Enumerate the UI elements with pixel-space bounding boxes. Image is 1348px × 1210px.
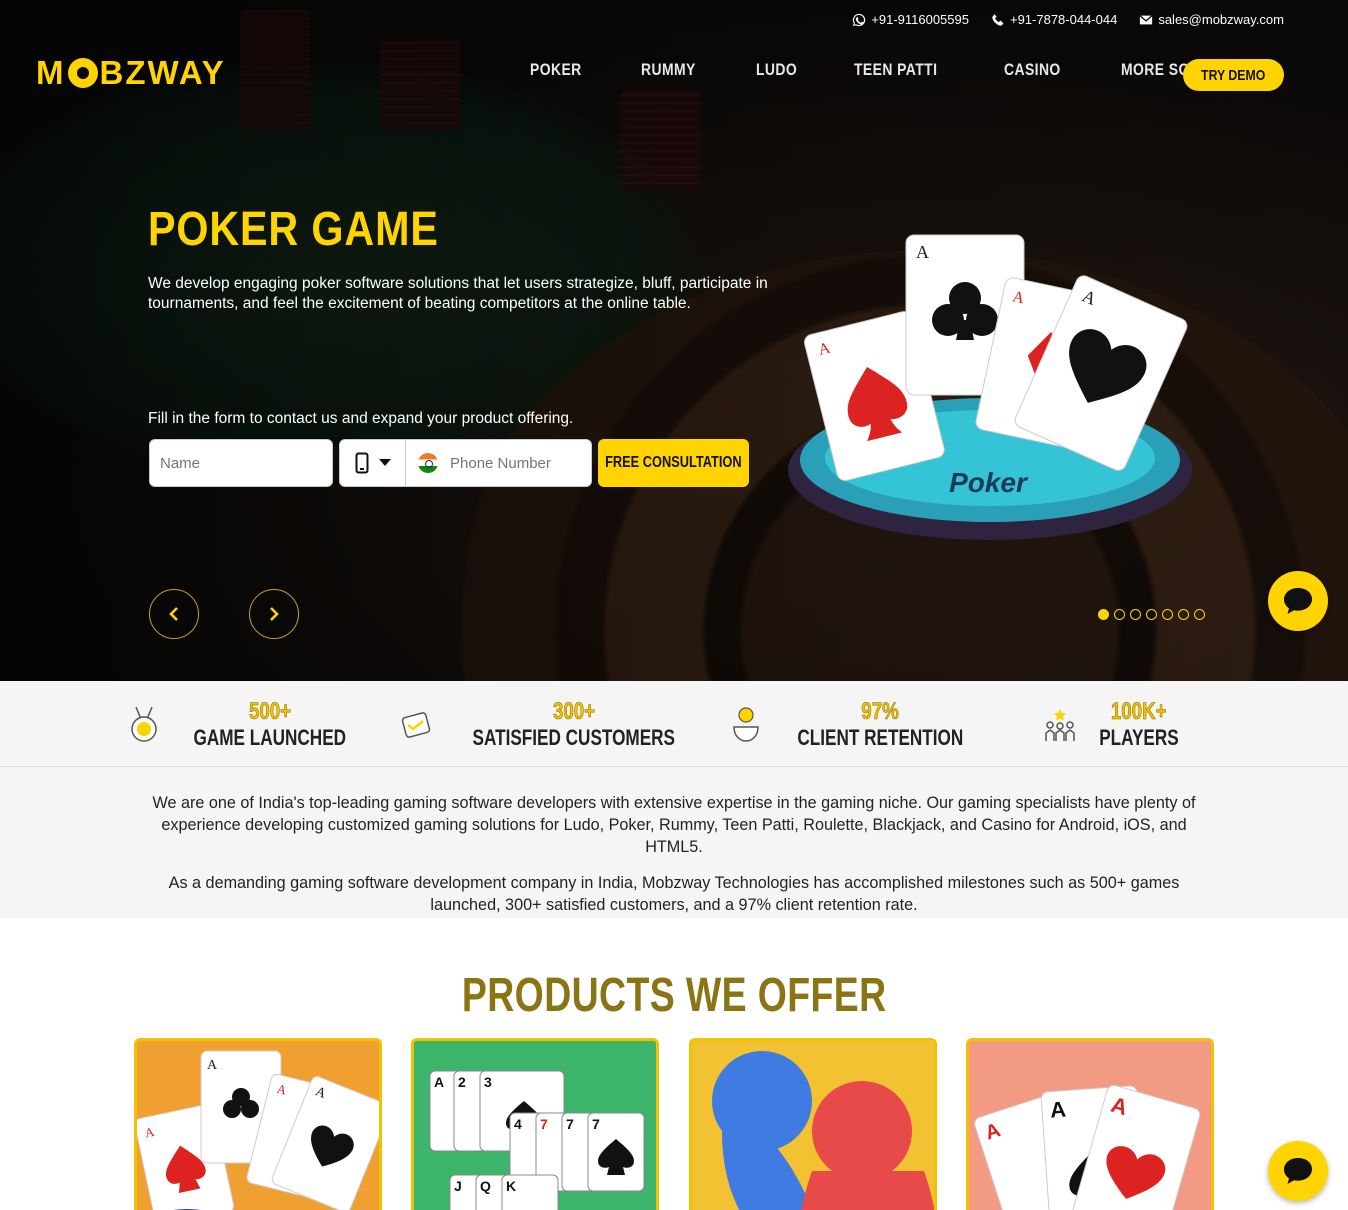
handshake-icon [401,712,431,738]
chevron-right-icon [270,607,279,621]
products-heading: PRODUCTS WE OFFER [0,968,1348,1023]
try-demo-label: TRY DEMO [1201,66,1266,84]
chat-button-floating[interactable] [1268,1141,1328,1201]
stat-retention: 97% CLIENT RETENTION [726,698,987,751]
contact-bar: +91-9116005595 +91-7878-044-044 sales@mo… [852,12,1284,27]
stat-label: GAME LAUNCHED [193,725,347,750]
logo-text-start: M [36,54,66,91]
svg-text:Q: Q [480,1178,491,1194]
product-card-poker[interactable]: A A A A [134,1038,382,1210]
phone-link[interactable]: +91-7878-044-044 [991,12,1117,27]
svg-text:A: A [916,242,929,262]
svg-text:2: 2 [458,1074,466,1090]
chat-button[interactable] [1268,571,1328,631]
name-input[interactable] [149,439,333,487]
svg-text:A: A [1049,1097,1067,1123]
hero-banner: +91-9116005595 +91-7878-044-044 sales@mo… [0,0,1348,681]
table-label: Poker [949,467,1029,498]
slider-dot[interactable] [1114,609,1125,620]
slider-dot[interactable] [1130,609,1141,620]
svg-text:K: K [506,1178,516,1194]
product-card-ludo[interactable] [689,1038,937,1210]
phone-type-select[interactable] [340,440,406,486]
svg-text:J: J [454,1178,462,1194]
nav-ludo[interactable]: LUDO [756,60,797,80]
stat-value: 97% [861,698,900,725]
stat-label: SATISFIED CUSTOMERS [472,725,675,750]
slider-dot[interactable] [1098,609,1109,620]
prev-slide-button[interactable] [149,589,199,639]
teen-patti-cards-illustration: A A A [969,1041,1211,1210]
whatsapp-link[interactable]: +91-9116005595 [852,12,969,27]
poker-cards-illustration: A A A A [137,1041,379,1210]
email-address: sales@mobzway.com [1158,12,1284,27]
logo[interactable]: M BZWAY [36,54,226,92]
stat-value: 100K+ [1111,698,1167,725]
nav-casino[interactable]: CASINO [1004,60,1061,80]
whatsapp-number: +91-9116005595 [871,12,969,27]
stat-label: CLIENT RETENTION [797,725,964,750]
people-icon [1045,709,1075,741]
logo-text-end: BZWAY [99,54,226,91]
svg-text:A: A [207,1058,218,1073]
svg-text:7: 7 [566,1116,574,1132]
phone-icon [992,13,1004,26]
stat-customers: 300+ SATISFIED CUSTOMERS [396,698,704,751]
svg-text:7: 7 [592,1116,600,1132]
stat-players: 100K+ PLAYERS [1040,698,1190,751]
free-consultation-button[interactable]: FREE CONSULTATION [598,439,749,487]
caret-down-icon [378,459,391,466]
slider-dots [1098,609,1205,620]
whatsapp-icon [853,13,866,26]
try-demo-button[interactable]: TRY DEMO [1183,59,1284,91]
bulb-icon [733,707,759,742]
nav-poker[interactable]: POKER [530,60,582,80]
stat-value: 500+ [248,698,291,725]
slider-dot[interactable] [1146,609,1157,620]
rummy-cards-illustration: A 2 3 4 7 7 7 J Q K [414,1041,656,1210]
india-flag-icon[interactable] [418,453,438,473]
ludo-pawns-illustration [692,1041,934,1210]
hero-title: POKER GAME [148,203,439,256]
nav-rummy[interactable]: RUMMY [641,60,696,80]
slider-dot[interactable] [1178,609,1189,620]
next-slide-button[interactable] [249,589,299,639]
chat-bubble-icon [1284,588,1312,614]
form-label: Fill in the form to contact us and expan… [148,410,574,427]
free-consultation-label: FREE CONSULTATION [605,454,742,471]
about-section: We are one of India's top-leading gaming… [0,767,1348,918]
product-card-teen-patti[interactable]: A A A [966,1038,1214,1210]
mobile-icon [355,452,368,474]
hero-description: We develop engaging poker software solut… [148,275,768,312]
stat-value: 300+ [552,698,595,725]
stat-games: 500+ GAME LAUNCHED [124,698,368,751]
svg-text:3: 3 [484,1074,492,1090]
product-card-rummy[interactable]: A 2 3 4 7 7 7 J Q K [411,1038,659,1210]
chevron-left-icon [169,607,178,621]
email-link[interactable]: sales@mobzway.com [1139,12,1284,27]
logo-ball-icon [67,58,98,88]
phone-number: +91-7878-044-044 [1009,12,1118,27]
stats-bar: 500+ GAME LAUNCHED 300+ SATISFIED CUSTOM… [0,681,1348,767]
phone-field [339,439,592,487]
about-paragraph-2: As a demanding gaming software developme… [168,874,1180,914]
svg-text:4: 4 [514,1116,522,1132]
phone-input[interactable] [450,454,590,472]
products-title: PRODUCTS WE OFFER [461,969,887,1022]
svg-text:7: 7 [540,1116,548,1132]
stat-label: PLAYERS [1099,725,1179,750]
svg-text:A: A [434,1074,444,1090]
poker-table-illustration: Poker A A A A [788,234,1192,540]
mail-icon [1139,14,1153,24]
about-paragraph-1: We are one of India's top-leading gaming… [152,794,1196,856]
medal-icon [131,706,157,742]
chat-bubble-icon [1284,1158,1312,1184]
slider-dot[interactable] [1162,609,1173,620]
nav-teen-patti[interactable]: TEEN PATTI [854,60,937,80]
slider-dot[interactable] [1194,609,1205,620]
